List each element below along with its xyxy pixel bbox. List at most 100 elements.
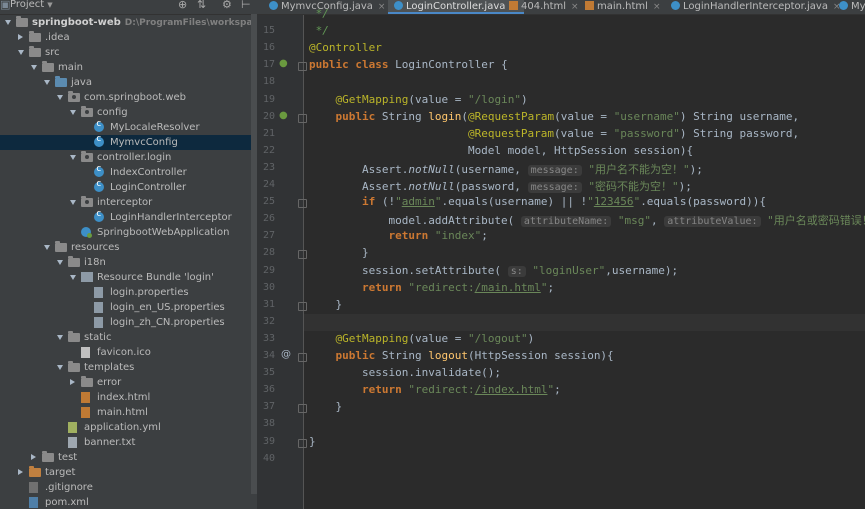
gear-icon[interactable]: ⚙ (222, 0, 232, 11)
chevron-down-icon[interactable] (57, 365, 63, 370)
line-number: 31 (262, 298, 275, 310)
tree-item-mymvcconfig[interactable]: MymvcConfig (0, 134, 257, 150)
tree-item-resources[interactable]: resources (0, 240, 257, 255)
folder-icon (29, 31, 41, 42)
tree-item-label: target (45, 467, 76, 478)
chevron-right-icon[interactable] (31, 454, 36, 460)
chevron-down-icon[interactable] (70, 155, 76, 160)
tree-item-src[interactable]: src (0, 45, 257, 60)
locate-icon[interactable]: ⊕ (178, 0, 187, 11)
line-number: 24 (262, 179, 275, 190)
tree-item-login-zh-cn-properties[interactable]: login_zh_CN.properties (0, 315, 257, 330)
code-line: } (309, 246, 369, 260)
fold-icon[interactable] (298, 113, 307, 123)
tree-item-mylocaleresolver[interactable]: MyLocaleResolver (0, 119, 257, 135)
tree-item-label: SpringbootWebApplication (97, 227, 230, 238)
tree-item-static[interactable]: static (0, 330, 257, 345)
tree-item-indexcontroller[interactable]: IndexController (0, 164, 257, 180)
chevron-down-icon[interactable] (70, 110, 76, 115)
tree-item-test[interactable]: test (0, 450, 257, 465)
close-icon[interactable]: × (571, 2, 579, 12)
tree-item-path: D:\ProgramFiles\workspace\mysel (124, 18, 257, 28)
close-icon[interactable]: × (653, 2, 661, 12)
chevron-down-icon[interactable] (44, 80, 50, 85)
tree-item-label: i18n (84, 257, 106, 268)
fold-icon[interactable] (298, 62, 307, 72)
line-number: 22 (262, 144, 275, 156)
file-icon (81, 392, 90, 403)
file-icon (94, 302, 103, 313)
tree-item-java[interactable]: java (0, 75, 257, 90)
code-line: session.invalidate(); (309, 366, 502, 380)
tree-item-label: Resource Bundle 'login' (97, 272, 214, 283)
tree-item-application-yml[interactable]: application.yml (0, 420, 257, 435)
chevron-down-icon[interactable] (44, 245, 50, 250)
tree-item-error[interactable]: error (0, 375, 257, 390)
tree-item-pom-xml[interactable]: pom.xml (0, 495, 257, 509)
tree-item-logincontroller[interactable]: LoginController (0, 179, 257, 195)
tree-item-springboot-web[interactable]: springboot-webD:\ProgramFiles\workspace\… (0, 15, 257, 30)
collapse-icon[interactable]: ⇅ (197, 0, 206, 11)
chevron-down-icon[interactable] (57, 335, 63, 340)
fold-icon[interactable] (298, 438, 307, 448)
chevron-right-icon[interactable] (18, 34, 23, 40)
chevron-down-icon[interactable] (70, 200, 76, 205)
code-line: Model model, HttpSession session){ (309, 143, 694, 157)
chevron-down-icon[interactable]: ▼ (47, 1, 52, 9)
tree-item-loginhandlerinterceptor[interactable]: LoginHandlerInterceptor (0, 209, 257, 225)
folder-icon (68, 256, 80, 267)
tree-item-index-html[interactable]: index.html (0, 390, 257, 405)
file-icon (68, 437, 77, 448)
tree-item-controller-login[interactable]: controller.login (0, 150, 257, 165)
code-editor[interactable] (304, 15, 865, 509)
chevron-right-icon[interactable] (18, 469, 23, 475)
tree-item-templates[interactable]: templates (0, 360, 257, 375)
class-icon (94, 164, 104, 177)
code-line: @Controller (309, 41, 382, 55)
tree-item-main[interactable]: main (0, 60, 257, 75)
tree-item-login-properties[interactable]: login.properties (0, 285, 257, 300)
tab-my[interactable]: My (833, 0, 865, 14)
fold-icon[interactable] (298, 404, 307, 414)
mapping-icon[interactable]: @ (281, 349, 291, 360)
code-line: Assert.notNull(username, message: "用户名不能… (309, 162, 703, 176)
tree-item-i18n[interactable]: i18n (0, 255, 257, 270)
tab-404-html[interactable]: 404.html × (503, 0, 585, 14)
fold-icon[interactable] (298, 250, 307, 260)
chevron-down-icon[interactable] (5, 20, 11, 25)
chevron-down-icon[interactable] (18, 50, 24, 55)
close-icon[interactable]: × (378, 2, 386, 12)
tree-item-main-html[interactable]: main.html (0, 405, 257, 420)
fold-icon[interactable] (298, 301, 307, 311)
tree-item-idea[interactable]: .idea (0, 30, 257, 45)
spring-bean-icon[interactable]: ● (279, 110, 288, 121)
chevron-down-icon[interactable] (57, 260, 63, 265)
spring-bean-icon[interactable]: ● (279, 58, 288, 69)
fold-icon[interactable] (298, 199, 307, 209)
tree-item-resource-bundle-login[interactable]: Resource Bundle 'login' (0, 270, 257, 285)
chevron-down-icon[interactable] (70, 275, 76, 280)
fold-icon[interactable] (298, 353, 307, 362)
line-number: 27 (262, 230, 275, 242)
tree-item-com-springboot-web[interactable]: com.springboot.web (0, 90, 257, 105)
tree-item-gitignore[interactable]: .gitignore (0, 480, 257, 495)
chevron-down-icon[interactable] (31, 65, 37, 70)
file-icon (81, 407, 90, 418)
chevron-right-icon[interactable] (70, 379, 75, 385)
project-panel-title[interactable]: Project ▼ (10, 0, 53, 10)
tree-item-config[interactable]: config (0, 105, 257, 120)
line-number: 16 (262, 42, 275, 54)
tree-item-target[interactable]: target (0, 465, 257, 480)
tree-item-springbootwebapplication[interactable]: SpringbootWebApplication (0, 225, 257, 240)
tab-label: main.html (597, 1, 648, 12)
tree-item-interceptor[interactable]: interceptor (0, 195, 257, 210)
class-icon (94, 209, 104, 222)
tree-item-login-en-us-properties[interactable]: login_en_US.properties (0, 300, 257, 315)
tab-main-html[interactable]: main.html × (579, 0, 667, 14)
tree-item-label: banner.txt (84, 437, 136, 448)
hide-icon[interactable]: ⊢ (241, 0, 251, 11)
tab-loginhandlerinterceptor-java[interactable]: LoginHandlerInterceptor.java × (665, 0, 847, 14)
chevron-down-icon[interactable] (57, 95, 63, 100)
tree-item-favicon[interactable]: favicon.ico (0, 345, 257, 360)
tree-item-banner-txt[interactable]: banner.txt (0, 435, 257, 450)
